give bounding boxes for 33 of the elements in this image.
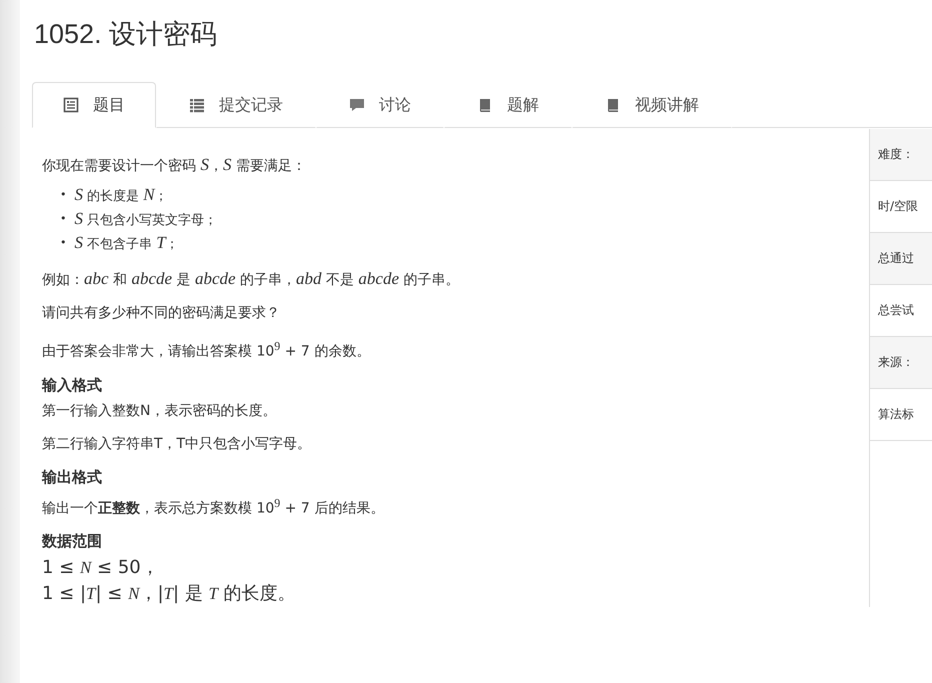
list-item: S 不包含子串 T； [74, 232, 179, 254]
tab[interactable]: 讨论 [316, 82, 444, 128]
book-icon [477, 97, 493, 113]
list-item: S 只包含小写英文字母； [74, 208, 218, 230]
book-icon [605, 97, 621, 113]
tab[interactable]: 题目 [32, 82, 156, 128]
paragraph: 请问共有多少种不同的密码满足要求？ [42, 304, 281, 323]
list-icon [189, 97, 205, 113]
tab[interactable]: 视频讲解 [572, 82, 732, 128]
bullet: • [60, 187, 66, 203]
info-label: 难度： [870, 129, 932, 181]
bullet: • [60, 235, 66, 251]
list-item: S 的长度是 N； [74, 184, 168, 206]
paragraph: 由于答案会非常大，请输出答案模 10$^{9}$ + 7 的余数。 [42, 338, 372, 362]
info-label: 总通过 [870, 233, 932, 285]
comment-icon [349, 97, 365, 113]
paragraph: 例如：abc 和 abcde 是 abcde 的子串，abd 不是 abcde 的子串。 [42, 269, 460, 290]
tab[interactable]: 提交记录 [156, 82, 316, 128]
tab[interactable]: 题解 [444, 82, 572, 128]
formula-line: 1 ≤ |T| ≤ N，|T| 是 T 的长度。 [42, 582, 297, 606]
info-label: 来源： [870, 337, 932, 389]
paragraph: 第一行输入整数N，表示密码的长度。 [42, 402, 278, 421]
paragraph: 输出一个正整数，表示总方案数模 10$^{9}$ + 7 后的结果。 [42, 494, 386, 518]
info-label: 算法标 [870, 389, 932, 441]
document-icon [63, 97, 79, 113]
section-heading: 输入格式 [42, 376, 103, 395]
section-heading: 数据范围 [42, 532, 103, 552]
problem-title: 1052. 设计密码 [34, 18, 218, 50]
bullet: • [60, 211, 66, 227]
paragraph: 你现在需要设计一个密码 S，S 需要满足： [42, 155, 307, 176]
paragraph: 第二行输入字符串T，T中只包含小写字母。 [42, 434, 312, 454]
section-heading: 输出格式 [42, 468, 103, 487]
formula-line: 1 ≤ N ≤ 50， [42, 556, 160, 580]
